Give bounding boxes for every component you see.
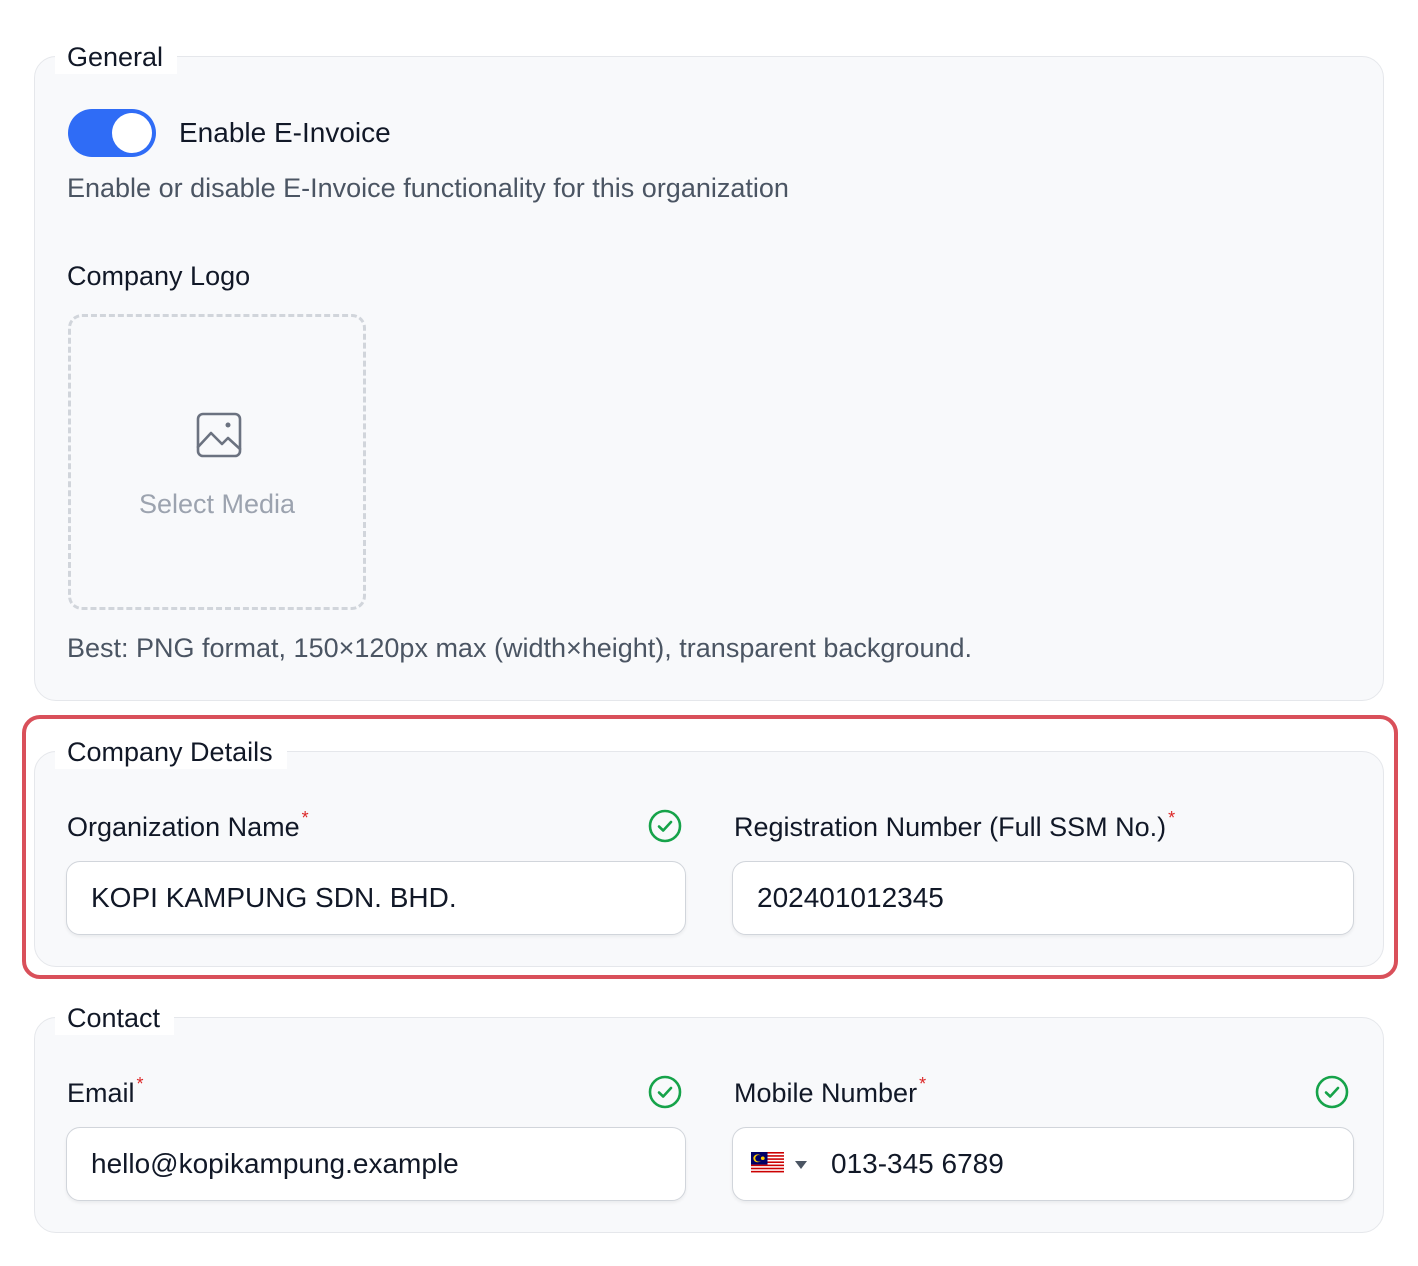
valid-check-icon	[648, 809, 682, 843]
company-logo-label: Company Logo	[67, 261, 251, 291]
valid-check-icon	[648, 1075, 682, 1109]
enable-einvoice-description: Enable or disable E-Invoice functionalit…	[67, 173, 789, 203]
company-details-section: Company Details Organization Name * KOPI …	[34, 735, 1384, 967]
country-code-select[interactable]	[733, 1128, 817, 1200]
registration-number-label: Registration Number (Full SSM No.) *	[734, 808, 1176, 842]
registration-number-input[interactable]: 202401012345	[732, 861, 1354, 935]
mobile-number-value[interactable]: 013-345 6789	[831, 1128, 1004, 1200]
toggle-knob	[112, 113, 152, 153]
malaysia-flag-icon	[751, 1152, 784, 1174]
general-legend: General	[55, 40, 178, 74]
email-input[interactable]: hello@kopikampung.example	[66, 1127, 686, 1201]
email-label: Email *	[67, 1074, 144, 1108]
required-asterisk: *	[136, 1074, 144, 1094]
logo-select-media-dropzone[interactable]: Select Media	[68, 314, 366, 610]
enable-einvoice-toggle[interactable]	[68, 109, 156, 157]
logo-format-hint: Best: PNG format, 150×120px max (width×h…	[67, 633, 972, 663]
valid-check-icon	[1315, 1075, 1349, 1109]
general-section: General Enable E-Invoice Enable or disab…	[34, 40, 1384, 701]
enable-einvoice-label: Enable E-Invoice	[179, 117, 391, 148]
required-asterisk: *	[301, 808, 309, 828]
mobile-number-label: Mobile Number *	[734, 1074, 927, 1108]
organization-name-label: Organization Name *	[67, 808, 309, 842]
image-icon	[196, 412, 242, 458]
contact-legend: Contact	[55, 1001, 175, 1035]
chevron-down-icon	[795, 1161, 807, 1169]
organization-name-input[interactable]: KOPI KAMPUNG SDN. BHD.	[66, 861, 686, 935]
select-media-label: Select Media	[138, 489, 296, 519]
company-details-legend: Company Details	[55, 735, 287, 769]
required-asterisk: *	[1168, 808, 1176, 828]
required-asterisk: *	[919, 1074, 927, 1094]
mobile-number-input[interactable]: 013-345 6789	[732, 1127, 1354, 1201]
contact-section: Contact Email * hello@kopikampung.example…	[34, 1001, 1384, 1233]
